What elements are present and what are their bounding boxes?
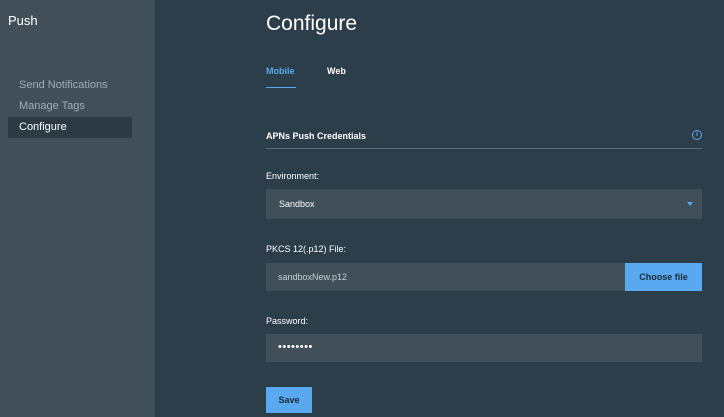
tab-bar: Mobile Web <box>266 66 466 88</box>
password-label: Password: <box>266 316 309 326</box>
environment-label: Environment: <box>266 171 320 181</box>
page-title: Configure <box>266 12 358 35</box>
sidebar: Push Send Notifications Manage Tags Conf… <box>0 0 155 417</box>
environment-value: Sandbox <box>279 199 315 209</box>
password-value: •••••••• <box>278 341 313 353</box>
file-name: sandboxNew.p12 <box>278 272 348 282</box>
chevron-down-icon <box>687 202 693 206</box>
file-name-field[interactable]: sandboxNew.p12 <box>266 263 625 291</box>
sidebar-item-send-notifications[interactable]: Send Notifications <box>8 75 132 96</box>
sidebar-item-manage-tags[interactable]: Manage Tags <box>8 96 132 117</box>
section-header: APNs Push Credentials i <box>266 130 702 149</box>
main-content: Configure Mobile Web APNs Push Credentia… <box>155 0 724 417</box>
pkcs-file-label: PKCS 12(.p12) File: <box>266 244 347 254</box>
info-icon[interactable]: i <box>692 130 702 140</box>
tab-web[interactable]: Web <box>327 66 346 88</box>
tab-mobile[interactable]: Mobile <box>266 66 296 88</box>
save-button[interactable]: Save <box>266 387 312 413</box>
sidebar-item-configure[interactable]: Configure <box>8 117 132 138</box>
environment-select[interactable]: Sandbox <box>266 189 702 219</box>
app-title: Push <box>8 13 38 28</box>
password-field[interactable]: •••••••• <box>266 334 702 362</box>
section-title: APNs Push Credentials <box>266 131 367 141</box>
choose-file-button[interactable]: Choose file <box>625 263 702 291</box>
sidebar-nav: Send Notifications Manage Tags Configure <box>8 75 132 138</box>
